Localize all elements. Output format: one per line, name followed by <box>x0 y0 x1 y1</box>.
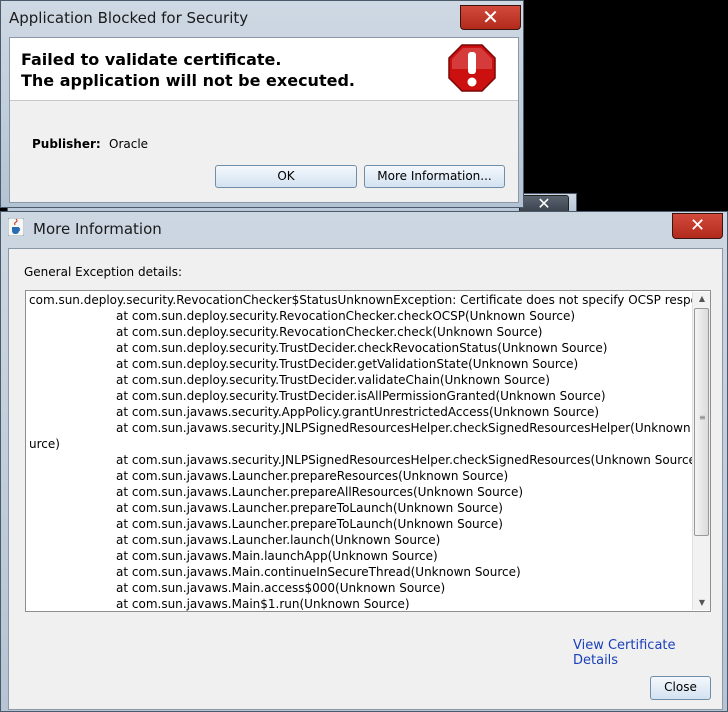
error-heading-line1: Failed to validate certificate. <box>21 50 282 69</box>
stack-trace-line: at com.sun.javaws.security.AppPolicy.gra… <box>116 405 600 419</box>
grip-icon: ≡ <box>699 413 706 422</box>
stack-trace-line: com.sun.deploy.security.RevocationChecke… <box>29 293 693 307</box>
vertical-scrollbar[interactable]: ▲ ≡ ▼ <box>692 292 710 610</box>
stack-trace-line: at com.sun.deploy.security.TrustDecider.… <box>116 373 550 387</box>
scroll-down-arrow-icon[interactable]: ▼ <box>693 596 710 610</box>
close-button[interactable]: ✕ <box>460 5 521 30</box>
scroll-up-arrow-icon[interactable]: ▲ <box>693 292 710 306</box>
stack-trace-line: at com.sun.javaws.Main.launchApp(Unknown… <box>116 549 438 563</box>
stack-trace-lines: com.sun.deploy.security.RevocationChecke… <box>29 292 693 611</box>
stack-trace-line: at com.sun.javaws.Launcher.prepareAllRes… <box>116 485 524 499</box>
view-certificate-details-link[interactable]: View Certificate Details <box>573 638 722 668</box>
dialog-body: General Exception details: com.sun.deplo… <box>8 248 723 710</box>
stack-trace-line: at com.sun.javaws.security.JNLPSignedRes… <box>116 421 693 435</box>
dialog-title: Application Blocked for Security <box>9 9 249 27</box>
stack-trace-line: at com.sun.javaws.Launcher.prepareResour… <box>116 469 509 483</box>
dialog-title: More Information <box>33 220 162 238</box>
error-heading-line2: The application will not be executed. <box>21 71 355 90</box>
stack-trace-line: urce) <box>29 437 60 451</box>
stack-trace-line: at com.sun.javaws.Launcher.prepareToLaun… <box>116 501 503 515</box>
application-blocked-dialog: Application Blocked for Security ✕ Faile… <box>0 0 524 208</box>
stack-trace-line: at com.sun.javaws.Main$1.run(Unknown Sou… <box>116 597 410 611</box>
more-information-dialog: More Information ✕ General Exception det… <box>0 211 728 712</box>
stack-trace-line: at com.sun.javaws.security.JNLPSignedRes… <box>116 453 693 467</box>
message-banner: Failed to validate certificate. The appl… <box>10 38 518 101</box>
stack-trace-line: at com.sun.deploy.security.TrustDecider.… <box>116 389 606 403</box>
dialog-body: Failed to validate certificate. The appl… <box>9 37 519 203</box>
stack-trace-line: at com.sun.javaws.Main.access$000(Unknow… <box>116 581 446 595</box>
stack-trace-line: at com.sun.deploy.security.RevocationChe… <box>116 325 543 339</box>
close-button[interactable]: Close <box>650 676 711 700</box>
publisher-value: Oracle <box>109 137 149 151</box>
stack-trace-textarea[interactable]: com.sun.deploy.security.RevocationChecke… <box>25 290 711 612</box>
java-cup-icon <box>7 217 25 237</box>
stack-trace-line: at com.sun.javaws.Launcher.launch(Unknow… <box>116 533 441 547</box>
stack-trace-line: at com.sun.deploy.security.TrustDecider.… <box>116 341 608 355</box>
stack-trace-line: at com.sun.javaws.Launcher.prepareToLaun… <box>116 517 503 531</box>
stack-trace-line: at com.sun.deploy.security.RevocationChe… <box>116 309 576 323</box>
stop-warning-icon <box>447 43 497 93</box>
exception-details-label: General Exception details: <box>24 265 182 279</box>
stack-trace-line: at com.sun.deploy.security.TrustDecider.… <box>116 357 579 371</box>
stack-trace-line: at com.sun.javaws.Main.continueInSecureT… <box>116 565 521 579</box>
close-icon-button[interactable]: ✕ <box>672 213 723 239</box>
scrollbar-thumb[interactable]: ≡ <box>694 308 709 536</box>
publisher-label: Publisher: <box>32 137 101 151</box>
more-information-button[interactable]: More Information... <box>364 165 505 188</box>
ok-button[interactable]: OK <box>215 165 357 188</box>
